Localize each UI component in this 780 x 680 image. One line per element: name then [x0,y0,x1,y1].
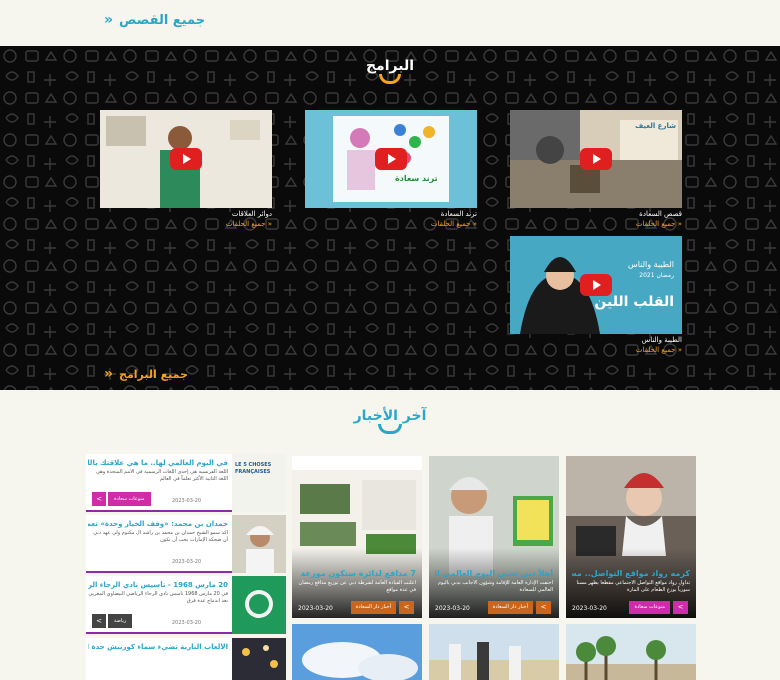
episodes-label: جميع الحلقات [635,220,676,228]
news-list-item[interactable]: حمدان بن محمد: «وقف الخيار وحدة» تعميم ع… [86,515,286,573]
program-thumbnail[interactable] [100,110,272,208]
thumbnail-year: رمضان 2021 [639,272,674,279]
news-date: 2023-03-20 [298,605,333,612]
share-icon[interactable]: < [92,614,106,628]
news-excerpt: أعلنت القيادة العامة لشرطة دبي عن توزيع … [298,580,416,593]
news-category-tag[interactable]: أخبار دار السعادة [350,601,396,614]
title-arc-icon [378,424,402,434]
news-headline[interactable]: 7 مدافع لدائرة ستكون موزعة في مختلف أرجا… [298,569,416,578]
program-thumbnail[interactable]: ترند سعادة [305,110,477,208]
program-episodes-link[interactable]: « جميع الحلقات [510,346,682,354]
program-episodes-link[interactable]: « جميع الحلقات [305,220,477,228]
chevron-double-icon: » [104,366,114,382]
news-excerpt: في 20 مارس 1968 تأسس نادي الرجاء الرياضي… [88,591,228,604]
program-name[interactable]: دوائر العلاقات [100,210,272,218]
news-category-tag[interactable]: أخبار دار السعادة [487,601,533,614]
news-thumbnail[interactable] [232,638,286,680]
thumbnail-art [232,576,286,634]
share-icon[interactable]: < [92,492,106,506]
program-card[interactable]: دوائر العلاقات « جميع الحلقات [100,110,272,228]
news-thumbnail[interactable] [232,576,286,634]
program-episodes-link[interactable]: « جميع الحلقات [510,220,682,228]
news-thumbnail[interactable]: LE 5 CHOSES FRANÇAISES [232,454,286,512]
program-name[interactable]: ترند السعادة [305,210,477,218]
news-date: 2023-03-20 [172,498,202,504]
program-card[interactable]: ترند سعادة ترند السعادة « جميع الحلقات [305,110,477,228]
news-excerpt: أكد سمو الشيخ حمدان بن محمد بن راشد آل م… [93,530,228,543]
all-stories-label: جميع القصص [119,12,206,28]
program-thumbnail[interactable]: الطيبة والناس رمضان 2021 القلب اللين [510,236,682,334]
program-card[interactable]: شارع العيف قصص السعادة « جميع الحلقات [510,110,682,228]
news-date: 2023-03-20 [172,559,202,565]
tile-art [429,624,559,680]
news-excerpt: تداول رواد مواقع التواصل الاجتماعي مقطعا… [576,580,690,593]
news-headline[interactable]: في اليوم العالمي لها.. ما هي علاقتك بالل… [88,459,228,467]
news-headline[interactable]: أهلاً دبي تحيي اليوم العالمي للسعادة بال… [435,569,553,578]
share-icon[interactable]: < [536,601,551,614]
news-date: 2023-03-20 [435,605,470,612]
thumbnail-subtitle: الطيبة والناس [627,260,674,269]
all-programs-label: جميع البرامج [119,367,188,381]
news-headline[interactable]: كرمه رواد مواقع التواصل.. مسن سوري يوزع … [572,569,690,578]
news-headline[interactable]: الألعاب النارية تضيء سماء كورنيش جدة احت… [88,643,228,651]
share-icon[interactable]: < [399,601,414,614]
news-tile-image[interactable] [292,624,422,680]
program-thumbnail[interactable]: شارع العيف [510,110,682,208]
play-icon[interactable] [580,274,612,296]
program-name[interactable]: قصص السعادة [510,210,682,218]
thumbnail-art [232,515,286,573]
all-stories-link[interactable]: » جميع القصص [104,12,205,28]
news-excerpt: احتفت الإدارة العامة للإقامة وشؤون الأجا… [437,580,553,593]
news-category-tag[interactable]: منوعات سعادة [108,492,151,506]
news-headline[interactable]: حمدان بن محمد: «وقف الخيار وحدة» تعميم ع… [88,520,228,528]
news-thumbnail[interactable] [232,515,286,573]
news-headline[interactable]: 20 مارس 1968 - تأسيس نادي الرجاء الرياضي… [88,581,228,589]
news-list-item[interactable]: الألعاب النارية تضيء سماء كورنيش جدة احت… [86,638,286,680]
share-icon[interactable]: < [673,601,688,614]
thumbnail-caption: LE 5 CHOSES FRANÇAISES [235,462,272,475]
play-icon[interactable] [580,148,612,170]
news-date: 2023-03-20 [572,605,607,612]
tile-art [566,624,696,680]
news-tile[interactable]: أهلاً دبي تحيي اليوم العالمي للسعادة بال… [429,456,559,618]
news-title-text: آخر الأخبار [353,408,427,424]
episodes-label: جميع الحلقات [635,346,676,354]
program-card[interactable]: الطيبة والناس رمضان 2021 القلب اللين الط… [510,236,682,354]
news-tile-image[interactable] [566,624,696,680]
programs-title-text: البرامج [365,58,415,74]
program-name[interactable]: الطيبة والناس [510,336,682,344]
thumbnail-caption: شارع العيف [635,122,676,130]
news-tile-image[interactable] [429,624,559,680]
all-programs-link[interactable]: » جميع البرامج [104,366,188,382]
news-excerpt: اللغة الفرنسية هي إحدى اللغات الرسمية في… [96,469,228,482]
chevron-double-icon: » [104,12,114,28]
news-category-tag[interactable]: منوعات سعادة [629,601,670,614]
news-list-item[interactable]: LE 5 CHOSES FRANÇAISES في اليوم العالمي … [86,454,286,512]
news-tile[interactable]: 7 مدافع لدائرة ستكون موزعة في مختلف أرجا… [292,456,422,618]
episodes-label: جميع الحلقات [430,220,471,228]
thumbnail-caption: القلب اللين [594,294,674,310]
episodes-label: جميع الحلقات [225,220,266,228]
news-tile[interactable]: كرمه رواد مواقع التواصل.. مسن سوري يوزع … [566,456,696,618]
tile-art [292,624,422,680]
programs-section: البرامج شارع العيف قصص السعادة « جميع ال… [0,46,780,390]
program-episodes-link[interactable]: « جميع الحلقات [100,220,272,228]
programs-title: البرامج [360,58,420,84]
news-list-item[interactable]: 20 مارس 1968 - تأسيس نادي الرجاء الرياضي… [86,576,286,634]
title-arc-icon [379,74,401,84]
news-category-tag[interactable]: رياضة [108,614,133,628]
thumbnail-caption: ترند سعادة [395,174,438,183]
news-date: 2023-03-20 [172,620,202,626]
news-title: آخر الأخبار [0,408,780,434]
thumbnail-art [232,638,286,680]
play-icon[interactable] [375,148,407,170]
play-icon[interactable] [170,148,202,170]
